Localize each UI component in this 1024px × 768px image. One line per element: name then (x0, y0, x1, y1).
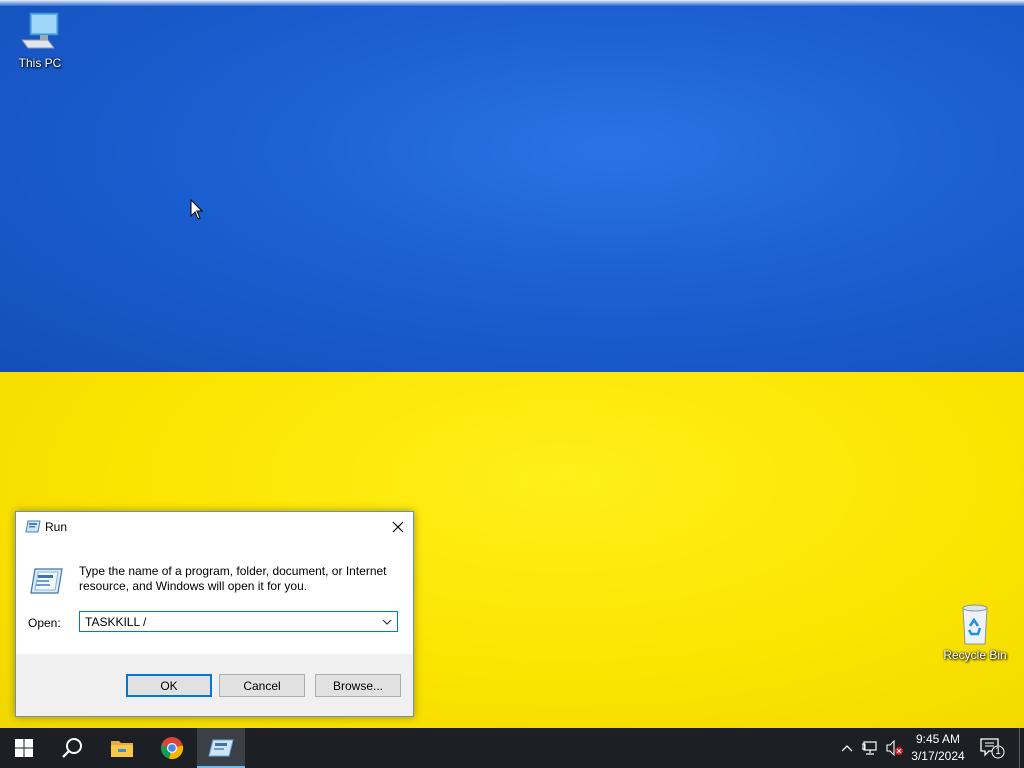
folder-icon (111, 741, 133, 757)
browse-button[interactable]: Browse... (315, 674, 401, 697)
clock-time: 9:45 AM (915, 732, 961, 746)
clock-date: 3/17/2024 (911, 749, 965, 763)
wallpaper-top-edge (0, 0, 1024, 6)
run-icon (208, 739, 234, 757)
run-icon (25, 520, 41, 533)
open-input[interactable] (80, 612, 377, 631)
run-dialog-titlebar[interactable]: Run (16, 512, 413, 542)
cancel-button[interactable]: Cancel (219, 674, 305, 697)
chevron-up-icon (841, 745, 853, 752)
desktop-icon-recycle-bin[interactable]: Recycle Bin (935, 602, 1015, 662)
windows-logo-icon (15, 739, 33, 757)
network-button[interactable] (862, 739, 880, 757)
desktop-icon-label: This PC (18, 56, 62, 70)
recycle-bin-icon (962, 604, 988, 645)
taskbar-run[interactable] (197, 728, 245, 768)
taskbar-file-explorer[interactable] (98, 728, 146, 768)
ok-button[interactable]: OK (126, 674, 212, 697)
desktop-icon-this-pc[interactable]: This PC (0, 10, 80, 70)
run-dialog-title: Run (45, 520, 68, 534)
volume-muted-icon (886, 740, 903, 756)
desktop-icon-label: Recycle Bin (943, 648, 1007, 662)
network-icon (862, 741, 877, 755)
notification-icon (980, 738, 1005, 759)
show-hidden-icons-button[interactable] (838, 739, 856, 757)
show-desktop-button[interactable] (1019, 728, 1024, 768)
computer-icon (21, 12, 59, 49)
start-button[interactable] (0, 728, 48, 768)
close-icon (392, 521, 404, 533)
search-icon (62, 738, 82, 758)
run-program-icon (30, 568, 63, 594)
notification-count: 1 (995, 746, 1001, 757)
open-label: Open: (28, 616, 61, 630)
taskbar-chrome[interactable] (148, 728, 196, 768)
chrome-icon (161, 737, 184, 760)
chevron-down-icon (382, 619, 392, 625)
action-center-button[interactable]: 1 (978, 736, 1006, 760)
run-dialog-description: Type the name of a program, folder, docu… (79, 564, 387, 593)
search-button[interactable] (48, 728, 96, 768)
taskbar: 9:45 AM 3/17/2024 1 (0, 728, 1024, 768)
close-button[interactable] (383, 512, 413, 542)
wallpaper-blue-band (0, 0, 1024, 372)
dropdown-button[interactable] (377, 612, 397, 631)
volume-button[interactable] (886, 739, 904, 757)
clock[interactable]: 9:45 AM 3/17/2024 (906, 731, 970, 765)
run-dialog: Run Type the name of a program, folder, … (15, 511, 414, 717)
open-combobox[interactable] (79, 611, 398, 632)
mouse-cursor-icon (190, 199, 204, 220)
